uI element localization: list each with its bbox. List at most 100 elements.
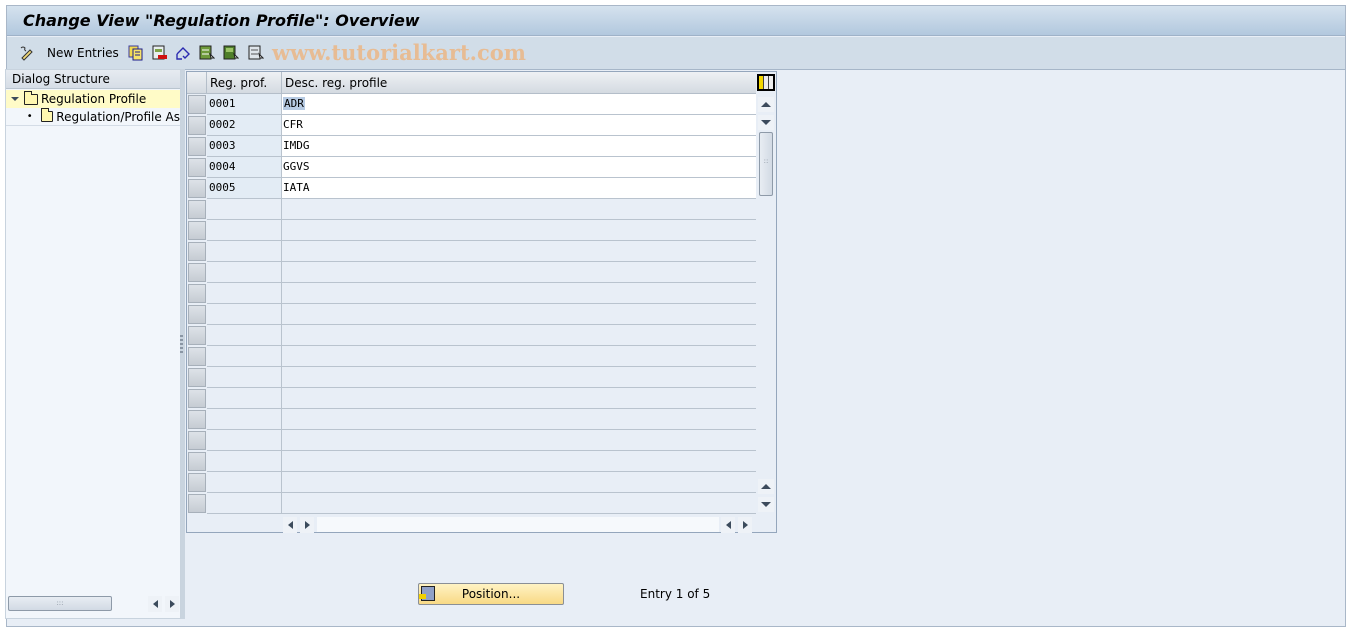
cell-reg-prof[interactable] <box>207 325 282 346</box>
edit-toggle-icon <box>20 46 33 61</box>
deselect-all-button[interactable] <box>248 44 264 62</box>
cell-desc-input[interactable] <box>282 346 756 367</box>
vertical-scrollbar[interactable]: :: <box>758 94 775 512</box>
cell-desc-input[interactable]: ADR <box>282 94 756 115</box>
delete-button[interactable] <box>152 44 168 62</box>
row-selector[interactable] <box>188 305 206 324</box>
cell-reg-prof[interactable] <box>207 346 282 367</box>
row-selector[interactable] <box>188 137 206 156</box>
cell-desc-input[interactable] <box>282 283 756 304</box>
position-icon <box>419 586 435 601</box>
cell-desc-input[interactable] <box>282 388 756 409</box>
row-selector[interactable] <box>188 389 206 408</box>
row-selector[interactable] <box>188 116 206 135</box>
scroll-right-button[interactable] <box>165 596 179 612</box>
row-selector[interactable] <box>188 263 206 282</box>
cell-reg-prof[interactable] <box>207 388 282 409</box>
cell-reg-prof[interactable] <box>207 409 282 430</box>
folder-icon <box>40 108 54 122</box>
cell-desc-input[interactable] <box>282 199 756 220</box>
undo-change-button[interactable] <box>175 44 191 62</box>
cell-reg-prof[interactable] <box>207 451 282 472</box>
copy-as-button[interactable] <box>128 44 144 62</box>
cell-text: CFR <box>283 118 303 131</box>
cell-reg-prof[interactable] <box>207 472 282 493</box>
row-selector[interactable] <box>188 410 206 429</box>
select-all-rows-button[interactable] <box>187 72 207 94</box>
row-selector[interactable] <box>188 347 206 366</box>
horizontal-scrollbar[interactable] <box>283 517 754 533</box>
cell-reg-prof[interactable] <box>207 220 282 241</box>
cell-desc-input[interactable] <box>282 493 756 514</box>
row-selector[interactable] <box>188 452 206 471</box>
cell-reg-prof[interactable] <box>207 199 282 220</box>
scroll-right-button[interactable] <box>300 517 314 533</box>
position-button[interactable]: Position... <box>418 583 564 605</box>
scroll-right-end-button[interactable] <box>738 517 752 533</box>
scroll-thumb[interactable]: ::: <box>8 596 112 611</box>
column-header-desc[interactable]: Desc. reg. profile <box>282 72 756 94</box>
row-selector[interactable] <box>188 326 206 345</box>
splitter-grip[interactable] <box>180 335 183 355</box>
table-row <box>187 388 756 409</box>
scroll-down-button[interactable] <box>758 115 774 130</box>
horizontal-scroll-track[interactable] <box>317 517 719 532</box>
cell-reg-prof[interactable] <box>207 241 282 262</box>
row-selector[interactable] <box>188 158 206 177</box>
column-header-reg-prof[interactable]: Reg. prof. <box>207 72 282 94</box>
cell-desc-input[interactable]: GGVS <box>282 157 756 178</box>
cell-reg-prof[interactable] <box>207 493 282 514</box>
cell-reg-prof[interactable] <box>207 304 282 325</box>
table-body: 0001 ADR 0002 CFR 0003 IMDG 0004 GGVS 0005 IATA <box>187 94 756 514</box>
scroll-page-up-button[interactable] <box>758 479 774 494</box>
cell-desc-input[interactable] <box>282 451 756 472</box>
cell-desc-input[interactable] <box>282 367 756 388</box>
vertical-scroll-thumb[interactable]: :: <box>759 132 773 196</box>
row-selector[interactable] <box>188 95 206 114</box>
cell-desc-input[interactable] <box>282 262 756 283</box>
cell-reg-prof[interactable] <box>207 430 282 451</box>
tree-item-regulation-profile-assignment[interactable]: • Regulation/Profile As <box>6 108 180 126</box>
cell-desc-input[interactable]: IATA <box>282 178 756 199</box>
row-selector[interactable] <box>188 473 206 492</box>
row-selector[interactable] <box>188 242 206 261</box>
scroll-left-end-button[interactable] <box>721 517 735 533</box>
cell-desc-input[interactable] <box>282 304 756 325</box>
open-folder-icon <box>24 90 38 105</box>
tree-item-regulation-profile[interactable]: Regulation Profile <box>6 90 180 108</box>
cell-desc-input[interactable] <box>282 220 756 241</box>
select-all-button[interactable] <box>199 44 215 62</box>
table-settings-button[interactable] <box>757 74 775 91</box>
row-selector[interactable] <box>188 494 206 513</box>
cell-reg-prof[interactable] <box>207 367 282 388</box>
expand-arrow-icon[interactable] <box>6 97 24 101</box>
row-selector[interactable] <box>188 179 206 198</box>
row-selector[interactable] <box>188 200 206 219</box>
cell-reg-prof[interactable] <box>207 262 282 283</box>
cell-desc-input[interactable] <box>282 430 756 451</box>
row-selector[interactable] <box>188 368 206 387</box>
cell-desc-input[interactable] <box>282 325 756 346</box>
edit-toggle-button[interactable] <box>19 44 35 62</box>
scroll-up-button[interactable] <box>758 97 774 112</box>
tree-horizontal-scrollbar[interactable]: ::: <box>8 596 180 612</box>
row-selector[interactable] <box>188 431 206 450</box>
cell-reg-prof: 0002 <box>207 115 282 136</box>
select-block-button[interactable] <box>223 44 239 62</box>
cell-desc-input[interactable] <box>282 409 756 430</box>
table-row <box>187 409 756 430</box>
cell-desc-input[interactable]: CFR <box>282 115 756 136</box>
scroll-page-down-button[interactable] <box>758 497 774 512</box>
scroll-left-button[interactable] <box>148 596 162 612</box>
new-entries-button[interactable]: New Entries <box>47 44 119 62</box>
table-row <box>187 304 756 325</box>
cell-desc-input[interactable] <box>282 241 756 262</box>
cell-reg-prof[interactable] <box>207 283 282 304</box>
table-row <box>187 199 756 220</box>
cell-desc-input[interactable]: IMDG <box>282 136 756 157</box>
row-selector[interactable] <box>188 284 206 303</box>
row-selector[interactable] <box>188 221 206 240</box>
bullet-icon: • <box>26 111 33 122</box>
cell-desc-input[interactable] <box>282 472 756 493</box>
scroll-left-button[interactable] <box>283 517 297 533</box>
